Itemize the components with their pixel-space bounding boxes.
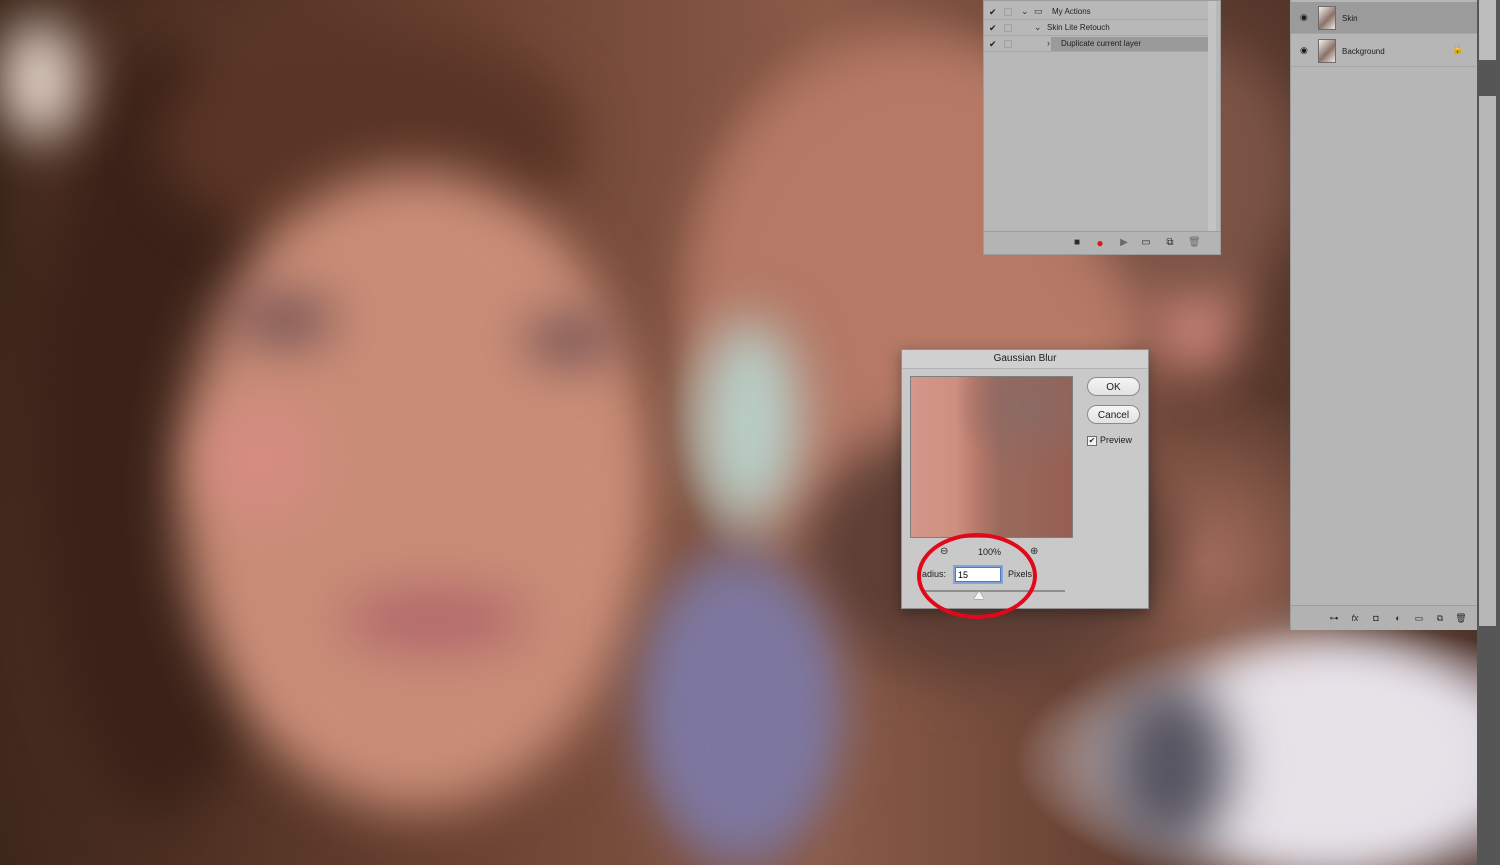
- dress-shape: [640, 560, 840, 860]
- actions-panel: ✔ ⌄ ▭ My Actions ✔ ⌄ Skin Lite Retouch ✔…: [983, 0, 1221, 255]
- action-row-my-actions[interactable]: ✔ ⌄ ▭ My Actions: [984, 5, 1208, 20]
- trash-icon[interactable]: 🗑: [1188, 237, 1201, 249]
- layer-thumbnail: [1318, 6, 1336, 30]
- dialog-toggle[interactable]: [1004, 8, 1012, 16]
- actions-scrollbar[interactable]: [1208, 1, 1216, 231]
- group-icon[interactable]: ▭: [1413, 612, 1425, 624]
- link-icon[interactable]: ⊶: [1328, 612, 1340, 624]
- layer-thumbnail: [1318, 39, 1336, 63]
- radius-label: adius:: [922, 569, 947, 579]
- layer-row-background[interactable]: ◉ Background 🔒: [1291, 35, 1477, 67]
- new-layer-icon[interactable]: ⧉: [1434, 612, 1446, 624]
- cancel-button[interactable]: Cancel: [1087, 405, 1140, 424]
- action-row-duplicate-layer[interactable]: ✔ › Duplicate current layer: [984, 37, 1208, 52]
- check-icon[interactable]: ✔: [989, 39, 998, 49]
- layers-panel: ◉ Skin ◉ Background 🔒 ⊶ fx ◘ ◐ ▭ ⧉ 🗑: [1290, 0, 1477, 630]
- photo-canvas[interactable]: [0, 0, 1500, 865]
- action-label: My Actions: [1052, 7, 1091, 16]
- right-edge-toolbar: [1477, 0, 1500, 865]
- preview-checkbox[interactable]: ✔: [1087, 436, 1097, 446]
- dialog-title[interactable]: Gaussian Blur: [902, 350, 1148, 369]
- bg-light-shape: [700, 320, 800, 520]
- stop-icon[interactable]: ■: [1071, 237, 1083, 249]
- preview-image: [957, 377, 1072, 467]
- blur-preview-window[interactable]: [910, 376, 1073, 538]
- cheek-shape: [200, 400, 320, 520]
- zoom-level: 100%: [978, 547, 1002, 557]
- adjustment-icon[interactable]: ◐: [1392, 612, 1404, 624]
- play-icon[interactable]: ▶: [1118, 237, 1130, 249]
- actions-footer: ■ ● ▶ ▭ ⧉ 🗑: [984, 231, 1220, 254]
- panel-dock-tab[interactable]: [1479, 96, 1496, 626]
- record-icon[interactable]: ●: [1094, 237, 1106, 249]
- preview-label[interactable]: Preview: [1100, 435, 1132, 445]
- eye-shape: [235, 300, 335, 340]
- panel-dock-tab[interactable]: [1479, 0, 1496, 60]
- layer-name[interactable]: Skin: [1342, 14, 1358, 23]
- chevron-down-icon[interactable]: ⌄: [1034, 22, 1042, 33]
- bg-light-shape: [0, 20, 80, 140]
- layer-row-skin[interactable]: ◉ Skin: [1291, 2, 1477, 34]
- check-icon[interactable]: ✔: [989, 7, 998, 17]
- radius-slider-track[interactable]: [922, 590, 1065, 592]
- action-label: Duplicate current layer: [1061, 39, 1142, 48]
- layer-name[interactable]: Background: [1342, 47, 1385, 56]
- chevron-right-icon[interactable]: ›: [1047, 38, 1050, 48]
- eye-shape: [525, 320, 615, 360]
- folder-icon: ▭: [1034, 6, 1043, 16]
- tie-shape: [1110, 680, 1230, 850]
- eye-icon[interactable]: ◉: [1300, 46, 1311, 55]
- layers-footer: ⊶ fx ◘ ◐ ▭ ⧉ 🗑: [1291, 605, 1477, 630]
- trash-icon[interactable]: 🗑: [1455, 612, 1467, 624]
- eye-icon[interactable]: ◉: [1300, 13, 1311, 22]
- dialog-toggle[interactable]: [1004, 40, 1012, 48]
- action-label: Skin Lite Retouch: [1047, 23, 1110, 32]
- chevron-down-icon[interactable]: ⌄: [1021, 6, 1029, 17]
- action-row-skin-lite-retouch[interactable]: ✔ ⌄ Skin Lite Retouch: [984, 21, 1208, 36]
- check-icon[interactable]: ✔: [989, 23, 998, 33]
- lock-icon[interactable]: 🔒: [1452, 45, 1463, 54]
- gaussian-blur-dialog: Gaussian Blur OK Cancel ✔ Preview ⊖ 100%…: [901, 349, 1149, 609]
- radius-slider-thumb[interactable]: [974, 591, 984, 599]
- dialog-toggle[interactable]: [1004, 24, 1012, 32]
- new-action-icon[interactable]: ⧉: [1164, 237, 1176, 249]
- zoom-out-icon[interactable]: ⊖: [940, 546, 948, 557]
- folder-icon[interactable]: ▭: [1140, 237, 1152, 249]
- zoom-in-icon[interactable]: ⊕: [1030, 546, 1038, 557]
- lips-shape: [340, 590, 530, 650]
- ok-button[interactable]: OK: [1087, 377, 1140, 396]
- fx-icon[interactable]: fx: [1349, 612, 1361, 624]
- units-label: Pixels: [1008, 569, 1033, 579]
- radius-input[interactable]: [955, 567, 1001, 582]
- mask-icon[interactable]: ◘: [1370, 612, 1382, 624]
